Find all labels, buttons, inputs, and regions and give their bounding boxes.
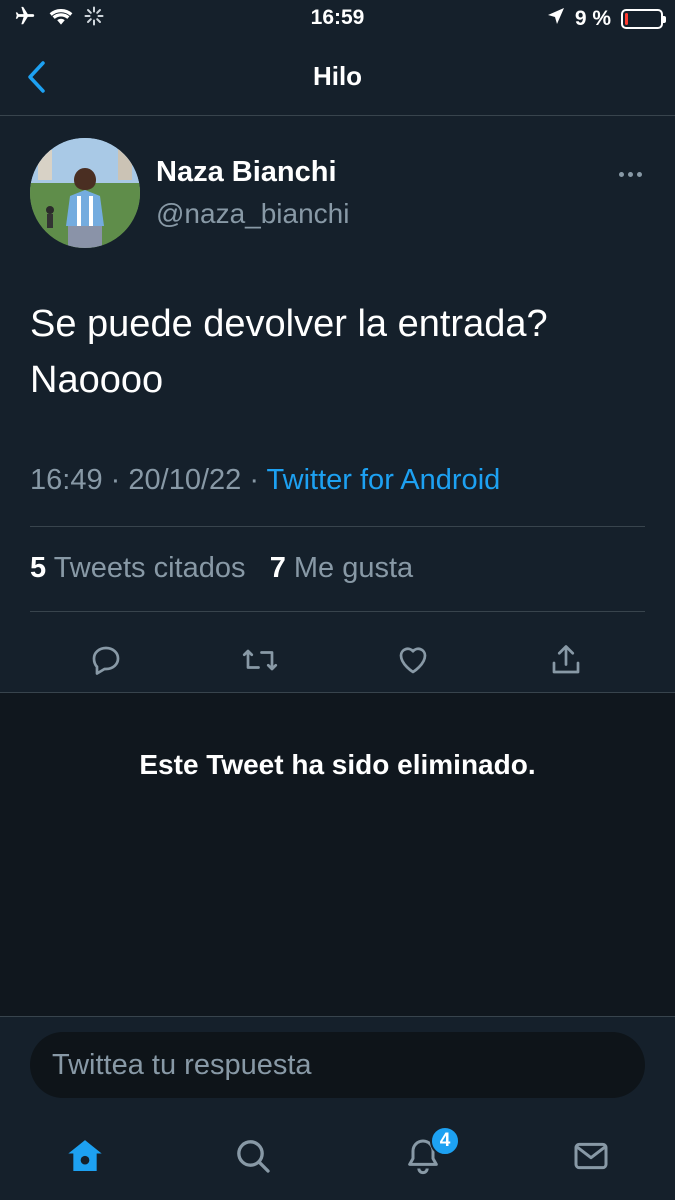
dot xyxy=(618,171,624,177)
meta-separator: · xyxy=(249,464,259,496)
deleted-tweet-panel: Este Tweet ha sido eliminado. xyxy=(0,692,675,1016)
like-icon xyxy=(399,647,427,674)
nav-header: Hilo xyxy=(0,38,675,116)
notifications-badge: 4 xyxy=(430,1126,460,1156)
reply-input[interactable]: Twittea tu respuesta xyxy=(30,1032,645,1098)
battery-icon xyxy=(621,9,666,29)
meta-separator: · xyxy=(110,464,121,496)
status-time: 16:59 xyxy=(310,6,365,29)
tab-home[interactable] xyxy=(63,1134,107,1178)
tweet-date: 20/10/22 xyxy=(128,464,242,496)
quoted-count: 5 xyxy=(30,552,47,584)
more-options-button[interactable] xyxy=(610,164,650,184)
search-icon xyxy=(237,1140,270,1173)
messages-icon xyxy=(574,1142,608,1170)
back-button[interactable] xyxy=(20,58,52,96)
reply-area: Twittea tu respuesta xyxy=(0,1016,675,1116)
chevron-left-icon xyxy=(28,61,45,93)
tweet-source-link[interactable]: Twitter for Android xyxy=(267,464,501,496)
reply-icon xyxy=(92,646,120,675)
quoted-label: Tweets citados xyxy=(53,552,246,584)
reply-button[interactable] xyxy=(86,640,126,680)
tab-messages[interactable] xyxy=(569,1134,613,1178)
author-handle[interactable]: @naza_bianchi xyxy=(156,198,349,230)
likes-label: Me gusta xyxy=(293,552,414,584)
likes-count: 7 xyxy=(269,552,286,584)
retweet-button[interactable] xyxy=(240,640,280,680)
avatar[interactable] xyxy=(30,138,140,248)
like-button[interactable] xyxy=(393,640,433,680)
battery-level xyxy=(625,13,629,25)
divider xyxy=(30,526,645,527)
status-bar: 16:59 9 % xyxy=(0,0,675,38)
retweet-icon xyxy=(242,649,278,671)
share-icon xyxy=(552,645,580,674)
dot xyxy=(636,171,642,177)
home-icon xyxy=(68,1140,102,1171)
likes-link[interactable]: 7 Me gusta xyxy=(270,552,414,584)
page-title: Hilo xyxy=(312,61,363,91)
quoted-tweets-link[interactable]: 5 Tweets citados xyxy=(30,552,246,584)
divider xyxy=(30,611,645,612)
deleted-tweet-notice: Este Tweet ha sido eliminado. xyxy=(139,749,536,780)
tweet-stats: 5 Tweets citados 7 Me gusta xyxy=(30,552,413,585)
tab-search[interactable] xyxy=(231,1134,275,1178)
share-button[interactable] xyxy=(546,640,586,680)
dot xyxy=(627,171,633,177)
tweet-meta: 16:49 · 20/10/22 · Twitter for Android xyxy=(30,464,500,497)
tweet-text: Se puede devolver la entrada? Naoooo xyxy=(30,303,548,401)
tweet-actions xyxy=(0,626,675,686)
tweet-time: 16:49 xyxy=(30,464,103,496)
tab-bar xyxy=(0,1116,675,1200)
author-name[interactable]: Naza Bianchi xyxy=(156,156,337,189)
